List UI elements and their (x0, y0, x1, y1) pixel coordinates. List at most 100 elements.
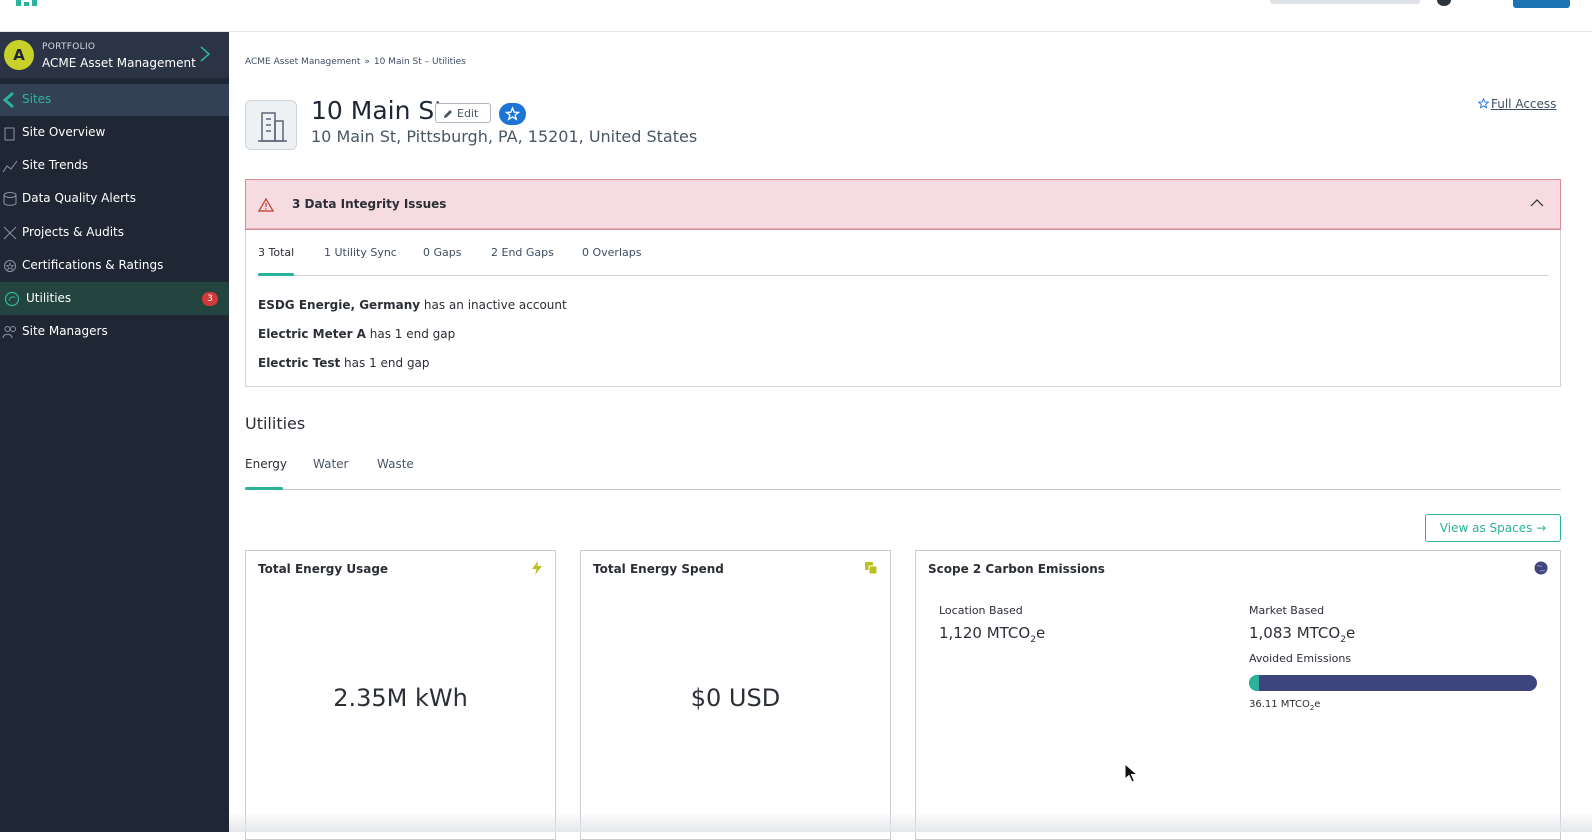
sidebar-item-utilities[interactable]: Utilities 3 (0, 282, 229, 315)
breadcrumb-parent-link[interactable]: ACME Asset Management (245, 57, 360, 67)
active-tab-indicator (245, 487, 283, 490)
location-based-value: 1,120 MTCO2e (939, 624, 1046, 645)
sites-label: Sites (22, 92, 52, 106)
chevron-left-icon (2, 91, 14, 109)
pencil-icon (444, 110, 452, 118)
top-action-button[interactable] (1513, 0, 1570, 8)
breadcrumb: ACME Asset Management » 10 Main St – Utili… (245, 57, 466, 67)
location-based-label: Location Based (939, 604, 1023, 617)
database-icon (3, 192, 17, 206)
chevron-right-icon[interactable] (198, 45, 212, 63)
sidebar-item-site-managers[interactable]: Site Managers (0, 315, 229, 348)
portfolio-label: PORTFOLIO (42, 42, 96, 52)
issue-text: has an inactive account (420, 298, 567, 312)
tab-energy[interactable]: Energy (245, 457, 287, 471)
market-based-label: Market Based (1249, 604, 1325, 617)
edit-button[interactable]: Edit (435, 103, 491, 123)
site-building-icon (245, 100, 297, 150)
access-level-label: Full Access (1491, 97, 1557, 111)
tab-utility-sync[interactable]: 1 Utility Sync (324, 246, 397, 259)
money-icon (865, 562, 878, 575)
portfolio-switcher[interactable]: A PORTFOLIO ACME Asset Management (0, 32, 229, 78)
mouse-cursor-icon (1124, 763, 1138, 783)
data-integrity-title: 3 Data Integrity Issues (292, 197, 447, 211)
active-tab-indicator (258, 273, 294, 276)
tab-gaps[interactable]: 0 Gaps (423, 246, 461, 259)
scope-2-emissions-card: Scope 2 Carbon Emissions Location Based … (915, 550, 1561, 840)
breadcrumb-separator: » (364, 57, 370, 67)
card-title: Scope 2 Carbon Emissions (928, 562, 1105, 576)
data-integrity-panel: 3 Data Integrity Issues 3 Total 1 Utilit… (245, 179, 1561, 387)
trend-chart-icon (2, 160, 18, 173)
issue-subject[interactable]: Electric Meter A (258, 327, 366, 341)
page-title: 10 Main St (311, 96, 445, 125)
total-energy-usage-card: Total Energy Usage 2.35M kWh (245, 550, 556, 840)
tab-waste[interactable]: Waste (377, 457, 414, 471)
user-avatar[interactable] (1437, 0, 1451, 6)
issue-text: has 1 end gap (365, 327, 456, 341)
avoided-emissions-bar (1249, 675, 1537, 691)
sidebar: A PORTFOLIO ACME Asset Management Sites … (0, 32, 229, 832)
edit-button-label: Edit (457, 107, 479, 120)
issue-text: has 1 end gap (340, 356, 430, 370)
top-bar (0, 0, 1592, 32)
main-content: ACME Asset Management » 10 Main St – Utili… (229, 32, 1592, 840)
star-outline-icon (1477, 97, 1490, 109)
card-title: Total Energy Usage (258, 562, 389, 576)
energy-usage-value: 2.35M kWh (333, 684, 468, 712)
portfolio-avatar: A (4, 40, 34, 70)
market-based-value: 1,083 MTCO2e (1249, 624, 1356, 645)
tab-total[interactable]: 3 Total (258, 246, 294, 259)
issue-subject[interactable]: ESDG Energie, Germany (258, 298, 420, 312)
sidebar-item-certifications-ratings[interactable]: Certifications & Ratings (0, 249, 229, 282)
certificate-icon (4, 260, 16, 272)
portfolio-name: ACME Asset Management (42, 56, 196, 70)
data-integrity-header[interactable]: 3 Data Integrity Issues (245, 179, 1561, 230)
warning-icon (258, 197, 274, 212)
sidebar-item-site-overview[interactable]: Site Overview (0, 116, 229, 149)
avoided-emissions-value: 36.11 MTCO2e (1249, 699, 1321, 712)
sidebar-item-label: Utilities (26, 291, 72, 305)
sidebar-item-label: Data Quality Alerts (22, 191, 136, 205)
issue-item: Electric Meter A has 1 end gap (258, 327, 455, 341)
sidebar-item-label: Projects & Audits (22, 225, 125, 239)
sidebar-item-label: Site Overview (22, 125, 106, 139)
avoided-emissions-label: Avoided Emissions (1249, 652, 1352, 665)
app-logo[interactable] (14, 0, 42, 6)
tools-icon (3, 226, 17, 240)
utilities-icon (4, 291, 20, 307)
sidebar-item-site-trends[interactable]: Site Trends (0, 149, 229, 182)
access-level-link[interactable]: Full Access (1477, 97, 1557, 111)
site-address: 10 Main St, Pittsburgh, PA, 15201, Unite… (311, 127, 698, 146)
utilities-heading: Utilities (245, 414, 306, 433)
star-icon (504, 106, 521, 121)
energy-spend-value: $0 USD (690, 684, 781, 712)
breadcrumb-current: 10 Main St – Utilities (373, 57, 466, 67)
tab-end-gaps[interactable]: 2 End Gaps (491, 246, 554, 259)
issue-item: ESDG Energie, Germany has an inactive ac… (258, 298, 567, 312)
avoided-emissions-fill (1249, 675, 1259, 691)
sidebar-item-label: Site Trends (22, 158, 88, 172)
issue-subject[interactable]: Electric Test (258, 356, 340, 370)
top-user-text[interactable] (1270, 0, 1420, 4)
sidebar-item-label: Site Managers (22, 324, 108, 338)
sites-back-link[interactable]: Sites (0, 84, 229, 116)
sidebar-item-data-quality-alerts[interactable]: Data Quality Alerts (0, 182, 229, 215)
data-integrity-tabs: 3 Total 1 Utility Sync 0 Gaps 2 End Gaps… (258, 230, 1548, 276)
favorite-button[interactable] (499, 103, 526, 125)
utilities-count-badge: 3 (202, 292, 218, 306)
issue-item: Electric Test has 1 end gap (258, 356, 430, 370)
lightning-icon (532, 561, 542, 575)
globe-icon (1534, 561, 1548, 575)
sidebar-item-projects-audits[interactable]: Projects & Audits (0, 216, 229, 249)
scroll-fade (229, 812, 1592, 832)
card-title: Total Energy Spend (593, 562, 724, 576)
chevron-up-icon[interactable] (1529, 196, 1545, 210)
tab-water[interactable]: Water (313, 457, 348, 471)
building-icon (4, 127, 15, 141)
tab-overlaps[interactable]: 0 Overlaps (582, 246, 641, 259)
view-as-spaces-button[interactable]: View as Spaces → (1425, 514, 1561, 542)
users-icon (2, 326, 16, 339)
sidebar-item-label: Certifications & Ratings (22, 258, 164, 272)
building-icon (258, 112, 287, 142)
